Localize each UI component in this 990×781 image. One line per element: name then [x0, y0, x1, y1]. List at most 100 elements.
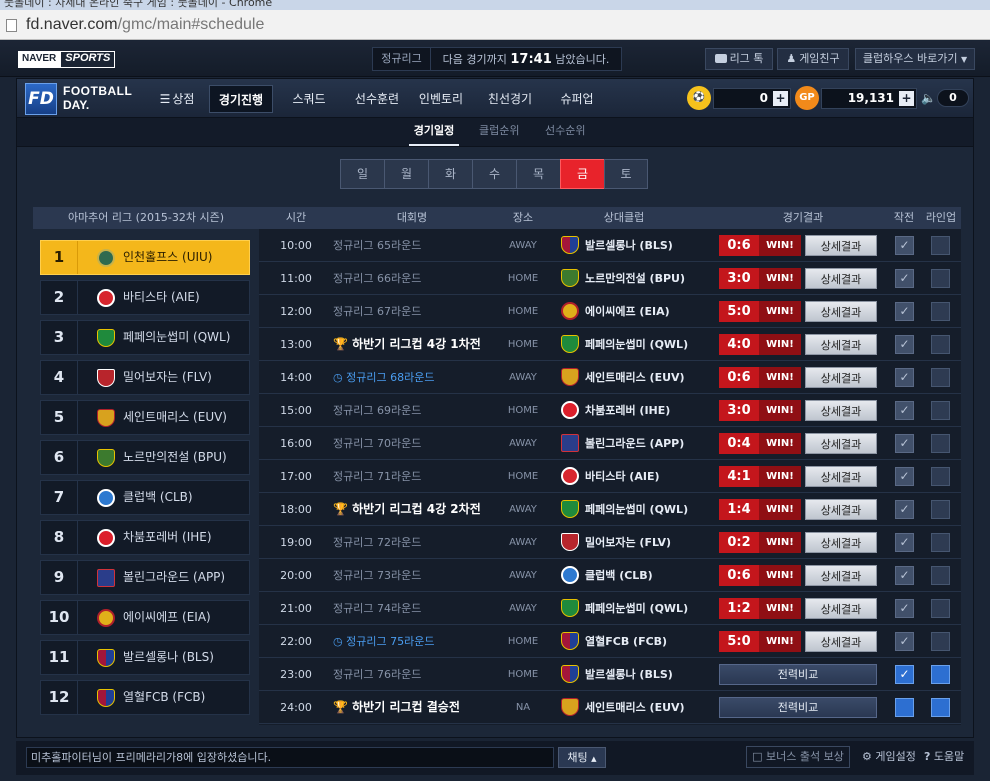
game-friends-button[interactable]: ♟ 게임친구	[777, 48, 849, 70]
standings-row[interactable]: 10 에이씨에프 (EIA)	[40, 600, 250, 635]
standings-row[interactable]: 12 열혈FCB (FCB)	[40, 680, 250, 715]
tactic-checkbox[interactable]: ✓	[895, 500, 914, 519]
lineup-checkbox[interactable]	[931, 533, 950, 552]
tab-club-ranking[interactable]: 클럽순위	[479, 118, 519, 146]
menu-inventory[interactable]: 인벤토리	[413, 85, 469, 113]
detail-result-button[interactable]: 상세결과	[805, 367, 877, 388]
menu-super-up[interactable]: 슈퍼업	[549, 85, 605, 113]
menu-shop[interactable]: ☰ 상점	[153, 85, 201, 113]
menu-match-progress[interactable]: 경기진행	[209, 85, 273, 113]
add-gp-button[interactable]: +	[899, 91, 914, 106]
opponent-club[interactable]: 페페의눈썹미 (QWL)	[585, 328, 688, 361]
detail-result-button[interactable]: 상세결과	[805, 301, 877, 322]
tab-player-ranking[interactable]: 선수순위	[545, 118, 585, 146]
tactic-checkbox[interactable]: ✓	[895, 335, 914, 354]
standings-row[interactable]: 4 밀어보자는 (FLV)	[40, 360, 250, 395]
lineup-checkbox[interactable]	[931, 269, 950, 288]
day-sun[interactable]: 일	[340, 159, 384, 189]
attendance-bonus-button[interactable]: □ 보너스 출석 보상	[746, 746, 850, 768]
opponent-club[interactable]: 바티스타 (AIE)	[585, 460, 659, 493]
lineup-checkbox[interactable]	[931, 467, 950, 486]
opponent-club[interactable]: 밀어보자는 (FLV)	[585, 526, 671, 559]
compare-strength-button[interactable]: 전력비교	[719, 664, 877, 685]
tactic-checkbox[interactable]: ✓	[895, 467, 914, 486]
detail-result-button[interactable]: 상세결과	[805, 499, 877, 520]
opponent-club[interactable]: 발르셀롱나 (BLS)	[585, 229, 673, 262]
opponent-club[interactable]: 차붐포레버 (IHE)	[585, 394, 670, 427]
detail-result-button[interactable]: 상세결과	[805, 565, 877, 586]
lineup-checkbox[interactable]	[931, 401, 950, 420]
opponent-club[interactable]: 발르셀롱나 (BLS)	[585, 658, 673, 691]
lineup-checkbox[interactable]	[931, 599, 950, 618]
detail-result-button[interactable]: 상세결과	[805, 334, 877, 355]
standings-row[interactable]: 11 발르셀롱나 (BLS)	[40, 640, 250, 675]
naver-sports-logo[interactable]: NAVER SPORTS	[18, 51, 116, 68]
standings-row[interactable]: 5 세인트매리스 (EUV)	[40, 400, 250, 435]
opponent-club[interactable]: 노르만의전설 (BPU)	[585, 262, 685, 295]
volume-level[interactable]: 0	[937, 89, 969, 107]
tactic-checkbox[interactable]: ✓	[895, 368, 914, 387]
tactic-checkbox[interactable]: ✓	[895, 533, 914, 552]
tactic-checkbox[interactable]: ✓	[895, 566, 914, 585]
day-sat[interactable]: 토	[604, 159, 648, 189]
lineup-checkbox[interactable]	[931, 566, 950, 585]
url-text[interactable]: fd.naver.com/gmc/main#schedule	[26, 16, 264, 34]
opponent-club[interactable]: 볼린그라운드 (APP)	[585, 427, 684, 460]
opponent-club[interactable]: 세인트매리스 (EUV)	[585, 691, 685, 724]
detail-result-button[interactable]: 상세결과	[805, 433, 877, 454]
game-settings-link[interactable]: ⚙ 게임설정	[862, 747, 916, 767]
standings-row[interactable]: 1 인천홀프스 (UIU)	[40, 240, 250, 275]
address-bar[interactable]: fd.naver.com/gmc/main#schedule	[0, 10, 990, 40]
standings-row[interactable]: 9 볼린그라운드 (APP)	[40, 560, 250, 595]
lineup-checkbox[interactable]	[931, 698, 950, 717]
tactic-checkbox[interactable]: ✓	[895, 401, 914, 420]
opponent-club[interactable]: 페페의눈썹미 (QWL)	[585, 592, 688, 625]
football-day-logo[interactable]: FD FOOTBALL DAY.	[25, 83, 140, 115]
match-competition[interactable]: ◷ 정규리그 75라운드	[333, 625, 434, 658]
menu-training[interactable]: 선수훈련	[345, 85, 409, 113]
menu-friendly-match[interactable]: 친선경기	[479, 85, 541, 113]
opponent-club[interactable]: 열혈FCB (FCB)	[585, 625, 667, 658]
tactic-checkbox[interactable]: ✓	[895, 302, 914, 321]
lineup-checkbox[interactable]	[931, 632, 950, 651]
day-fri[interactable]: 금	[560, 159, 604, 189]
lineup-checkbox[interactable]	[931, 434, 950, 453]
detail-result-button[interactable]: 상세결과	[805, 400, 877, 421]
lineup-checkbox[interactable]	[931, 335, 950, 354]
tactic-checkbox[interactable]: ✓	[895, 632, 914, 651]
tactic-checkbox[interactable]: ✓	[895, 599, 914, 618]
opponent-club[interactable]: 에이씨에프 (EIA)	[585, 295, 670, 328]
league-talk-button[interactable]: 리그 톡	[705, 48, 773, 70]
tactic-checkbox[interactable]: ✓	[895, 269, 914, 288]
tactic-checkbox[interactable]: ✓	[895, 434, 914, 453]
day-thu[interactable]: 목	[516, 159, 560, 189]
day-mon[interactable]: 월	[384, 159, 428, 189]
tactic-checkbox[interactable]: ✓	[895, 665, 914, 684]
detail-result-button[interactable]: 상세결과	[805, 466, 877, 487]
detail-result-button[interactable]: 상세결과	[805, 532, 877, 553]
lineup-checkbox[interactable]	[931, 368, 950, 387]
match-competition[interactable]: ◷ 정규리그 68라운드	[333, 361, 434, 394]
lineup-checkbox[interactable]	[931, 236, 950, 255]
volume-icon[interactable]: 🔈	[921, 91, 936, 105]
detail-result-button[interactable]: 상세결과	[805, 268, 877, 289]
tab-schedule[interactable]: 경기일정	[409, 118, 459, 146]
detail-result-button[interactable]: 상세결과	[805, 235, 877, 256]
opponent-club[interactable]: 페페의눈썹미 (QWL)	[585, 493, 688, 526]
opponent-club[interactable]: 클럽백 (CLB)	[585, 559, 653, 592]
detail-result-button[interactable]: 상세결과	[805, 631, 877, 652]
day-tue[interactable]: 화	[428, 159, 472, 189]
day-wed[interactable]: 수	[472, 159, 516, 189]
standings-row[interactable]: 2 바티스타 (AIE)	[40, 280, 250, 315]
compare-strength-button[interactable]: 전력비교	[719, 697, 877, 718]
standings-row[interactable]: 7 클럽백 (CLB)	[40, 480, 250, 515]
standings-row[interactable]: 6 노르만의전설 (BPU)	[40, 440, 250, 475]
opponent-club[interactable]: 세인트매리스 (EUV)	[585, 361, 685, 394]
tactic-checkbox[interactable]	[895, 698, 914, 717]
lineup-checkbox[interactable]	[931, 500, 950, 519]
add-coin-button[interactable]: +	[773, 91, 788, 106]
help-link[interactable]: ? 도움말	[924, 747, 964, 767]
standings-row[interactable]: 8 차붐포레버 (IHE)	[40, 520, 250, 555]
clubhouse-shortcut-button[interactable]: 클럽하우스 바로가기 ▼	[855, 48, 975, 70]
lineup-checkbox[interactable]	[931, 665, 950, 684]
